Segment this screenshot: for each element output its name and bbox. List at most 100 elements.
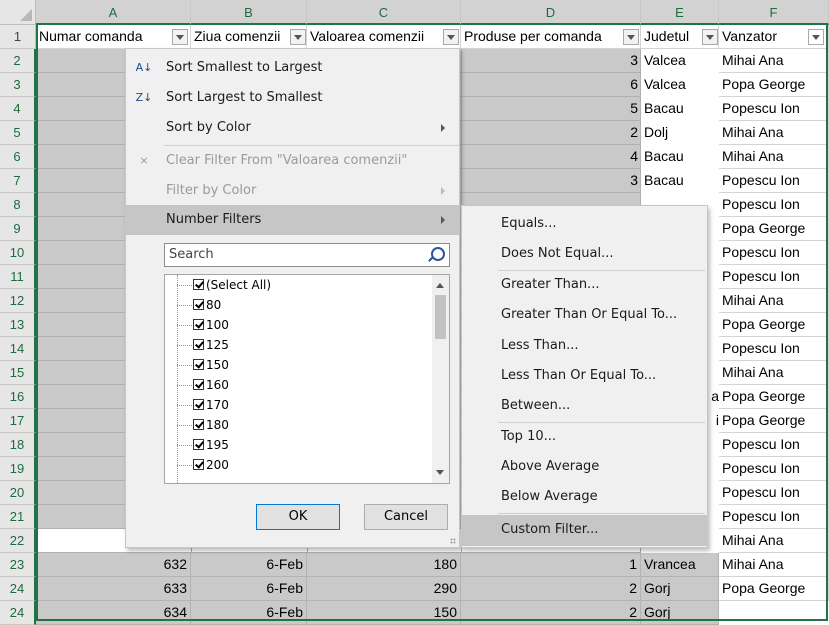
list-item[interactable]: 170 bbox=[193, 395, 229, 415]
cell-f6[interactable]: Mihai Ana bbox=[719, 145, 829, 169]
checkbox-checked[interactable] bbox=[193, 459, 204, 470]
cell-c23[interactable]: 290 bbox=[307, 577, 461, 601]
cell-d22[interactable]: 1 bbox=[461, 553, 641, 577]
cell-f2[interactable]: Mihai Ana bbox=[719, 49, 829, 73]
checkbox-checked[interactable] bbox=[193, 339, 204, 350]
submenu-item-top-10[interactable]: Top 10... bbox=[462, 422, 707, 452]
cell-f4[interactable]: Popescu Ion bbox=[719, 97, 829, 121]
filter-dropdown-button-c[interactable] bbox=[443, 29, 459, 45]
checkbox-checked[interactable] bbox=[193, 439, 204, 450]
cell-f3[interactable]: Popa George bbox=[719, 73, 829, 97]
sort-ascending-item[interactable]: A↓ Sort Smallest to Largest bbox=[126, 53, 459, 83]
row-header[interactable]: 5 bbox=[0, 121, 36, 145]
row-header[interactable]: 20 bbox=[0, 481, 36, 505]
cell-d4[interactable]: 5 bbox=[461, 97, 641, 121]
sort-descending-item[interactable]: Z↓ Sort Largest to Smallest bbox=[126, 83, 459, 113]
cell-d23[interactable]: 2 bbox=[461, 577, 641, 601]
list-item[interactable]: 160 bbox=[193, 375, 229, 395]
cell-e7[interactable]: Bacau bbox=[641, 169, 719, 193]
filter-search-input[interactable]: Search bbox=[164, 243, 450, 267]
column-header-e[interactable]: E bbox=[641, 0, 719, 25]
cell-f5[interactable]: Mihai Ana bbox=[719, 121, 829, 145]
row-header[interactable]: 15 bbox=[0, 361, 36, 385]
row-header[interactable]: 21 bbox=[0, 505, 36, 529]
submenu-item-greater-than[interactable]: Greater Than... bbox=[462, 270, 707, 300]
row-header[interactable]: 1 bbox=[0, 25, 36, 49]
cell-f21[interactable]: Popescu Ion bbox=[719, 505, 829, 529]
cell-e22[interactable]: Vrancea bbox=[641, 553, 719, 577]
number-filters-item[interactable]: Number Filters bbox=[126, 205, 459, 235]
submenu-item-does-not-equal[interactable]: Does Not Equal... bbox=[462, 239, 707, 269]
row-header[interactable]: 10 bbox=[0, 241, 36, 265]
cell-c22[interactable]: 180 bbox=[307, 553, 461, 577]
row-header[interactable]: 16 bbox=[0, 385, 36, 409]
cell-f9[interactable]: Popa George bbox=[719, 217, 829, 241]
cell-d3[interactable]: 6 bbox=[461, 73, 641, 97]
cell-a23[interactable]: 633 bbox=[36, 577, 191, 601]
cell-d2[interactable]: 3 bbox=[461, 49, 641, 73]
filter-dropdown-button-b[interactable] bbox=[290, 29, 306, 45]
column-header-f[interactable]: F bbox=[719, 0, 829, 25]
column-header-a[interactable]: A bbox=[36, 0, 191, 25]
cell-e6[interactable]: Bacau bbox=[641, 145, 719, 169]
row-header[interactable]: 14 bbox=[0, 337, 36, 361]
cell-f7[interactable]: Popescu Ion bbox=[719, 169, 829, 193]
submenu-item-greater-than-or-equal[interactable]: Greater Than Or Equal To... bbox=[462, 300, 707, 330]
list-item[interactable]: 200 bbox=[193, 455, 229, 475]
cell-f22[interactable]: Mihai Ana bbox=[719, 529, 829, 553]
submenu-item-above-average[interactable]: Above Average bbox=[462, 452, 707, 482]
submenu-item-less-than[interactable]: Less Than... bbox=[462, 331, 707, 361]
cell-f23[interactable]: Mihai Ana bbox=[719, 553, 829, 577]
cell-f13[interactable]: Popa George bbox=[719, 313, 829, 337]
list-item[interactable]: 125 bbox=[193, 335, 229, 355]
cell-f15[interactable]: Mihai Ana bbox=[719, 361, 829, 385]
filter-dropdown-button-d[interactable] bbox=[623, 29, 639, 45]
checkbox-checked[interactable] bbox=[193, 359, 204, 370]
resize-grip-icon[interactable] bbox=[450, 538, 456, 544]
list-item-select-all[interactable]: (Select All) bbox=[193, 275, 271, 295]
cell-f12[interactable]: Mihai Ana bbox=[719, 289, 829, 313]
cell-f10[interactable]: Popescu Ion bbox=[719, 241, 829, 265]
cell-f24[interactable]: Popa George bbox=[719, 577, 829, 601]
row-header[interactable]: 18 bbox=[0, 433, 36, 457]
column-header-d[interactable]: D bbox=[461, 0, 641, 25]
list-item[interactable]: 180 bbox=[193, 415, 229, 435]
row-header[interactable]: 2 bbox=[0, 49, 36, 73]
cell-a22[interactable]: 632 bbox=[36, 553, 191, 577]
cell-d5[interactable]: 2 bbox=[461, 121, 641, 145]
submenu-item-below-average[interactable]: Below Average bbox=[462, 482, 707, 512]
checkbox-checked[interactable] bbox=[193, 399, 204, 410]
cell-f18[interactable]: Popescu Ion bbox=[719, 433, 829, 457]
cell-b22[interactable]: 6-Feb bbox=[191, 553, 307, 577]
submenu-item-equals[interactable]: Equals... bbox=[462, 209, 707, 239]
cell-f8[interactable]: Popescu Ion bbox=[719, 193, 829, 217]
header-cell-produse-per-comanda[interactable]: Produse per comanda bbox=[461, 25, 641, 49]
select-all-corner[interactable] bbox=[0, 0, 36, 25]
cell-f19[interactable]: Popescu Ion bbox=[719, 457, 829, 481]
cell-f16[interactable]: Popa George bbox=[719, 385, 829, 409]
submenu-item-less-than-or-equal[interactable]: Less Than Or Equal To... bbox=[462, 361, 707, 391]
list-item[interactable]: 100 bbox=[193, 315, 229, 335]
header-cell-valoarea-comenzii[interactable]: Valoarea comenzii bbox=[307, 25, 461, 49]
cell-b23[interactable]: 6-Feb bbox=[191, 577, 307, 601]
cell-b24[interactable]: 6-Feb bbox=[191, 601, 307, 625]
cancel-button[interactable]: Cancel bbox=[364, 504, 448, 530]
ok-button[interactable]: OK bbox=[256, 504, 340, 530]
cell-f17[interactable]: Popa George bbox=[719, 409, 829, 433]
cell-e4[interactable]: Bacau bbox=[641, 97, 719, 121]
scroll-up-icon[interactable] bbox=[436, 283, 444, 288]
column-header-c[interactable]: C bbox=[307, 0, 461, 25]
scroll-thumb[interactable] bbox=[435, 295, 446, 339]
cell-d7[interactable]: 3 bbox=[461, 169, 641, 193]
cell-f11[interactable]: Popescu Ion bbox=[719, 265, 829, 289]
filter-dropdown-button-a[interactable] bbox=[172, 29, 188, 45]
filter-dropdown-button-f[interactable] bbox=[808, 29, 824, 45]
cell-e2[interactable]: Valcea bbox=[641, 49, 719, 73]
row-header[interactable]: 13 bbox=[0, 313, 36, 337]
clear-filter-item[interactable]: ⨯ Clear Filter From "Valoarea comenzii" bbox=[126, 146, 459, 176]
row-header[interactable]: 11 bbox=[0, 265, 36, 289]
row-header[interactable]: 4 bbox=[0, 97, 36, 121]
cell-a24[interactable]: 634 bbox=[36, 601, 191, 625]
checkbox-checked[interactable] bbox=[193, 379, 204, 390]
checkbox-checked[interactable] bbox=[193, 299, 204, 310]
